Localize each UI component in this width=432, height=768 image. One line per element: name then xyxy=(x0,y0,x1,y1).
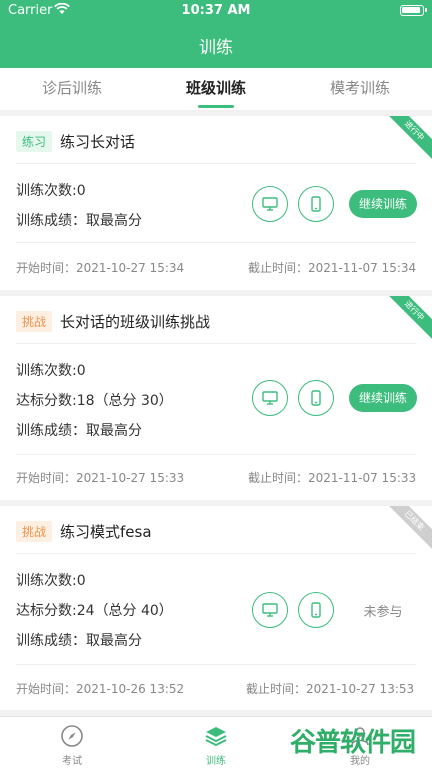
tab-mock-exam[interactable]: 模考训练 xyxy=(288,68,432,110)
start-time: 开始时间：2021-10-27 15:33 xyxy=(16,471,185,485)
training-card[interactable]: 已结束 挑战 练习模式fesa 训练次数:0 达标分数:24（总分 40） 训练… xyxy=(0,506,432,710)
continue-training-button[interactable]: 继续训练 xyxy=(349,384,417,412)
start-time: 开始时间：2021-10-26 13:52 xyxy=(16,682,185,696)
not-participated-label: 未参与 xyxy=(363,605,403,620)
card-title-row: 挑战 长对话的班级训练挑战 xyxy=(16,296,210,346)
monitor-icon xyxy=(262,391,278,405)
challenge-tag: 挑战 xyxy=(16,310,53,332)
divider xyxy=(16,454,416,455)
tab-active-indicator xyxy=(198,105,234,108)
bottom-tab-label: 训练 xyxy=(206,756,226,767)
battery-icon xyxy=(400,5,427,16)
status-ribbon: 进行中 xyxy=(382,116,432,163)
card-title-row: 练习 练习长对话 xyxy=(16,116,135,166)
training-card[interactable]: 进行中 练习 练习长对话 训练次数:0 训练成绩：取最高分 继续训练 开始时间：… xyxy=(0,116,432,290)
divider xyxy=(16,343,416,344)
start-time: 开始时间：2021-10-27 15:34 xyxy=(16,261,185,275)
passing-score: 达标分数:24（总分 40） xyxy=(16,603,173,619)
bottom-tab-exam[interactable]: 考试 xyxy=(0,717,144,768)
compass-icon xyxy=(61,725,83,747)
divider xyxy=(16,553,416,554)
train-count: 训练次数:0 xyxy=(16,183,86,199)
mobile-button[interactable] xyxy=(298,592,334,628)
training-card[interactable]: 进行中 挑战 长对话的班级训练挑战 训练次数:0 达标分数:18（总分 30） … xyxy=(0,296,432,500)
phone-icon xyxy=(311,390,321,406)
status-ribbon: 进行中 xyxy=(382,296,432,343)
page-title: 训练 xyxy=(199,38,233,58)
mobile-button[interactable] xyxy=(298,380,334,416)
status-bar: Carrier 10:37 AM xyxy=(0,0,432,22)
site-watermark: 谷普软件园 xyxy=(290,728,416,758)
status-ribbon: 已结束 xyxy=(382,506,432,553)
train-count: 训练次数:0 xyxy=(16,573,86,589)
card-title: 练习长对话 xyxy=(60,132,136,151)
mobile-button[interactable] xyxy=(298,186,334,222)
end-time: 截止时间：2021-10-27 13:53 xyxy=(246,682,415,696)
monitor-icon xyxy=(262,603,278,617)
bottom-tab-training[interactable]: 训练 xyxy=(144,717,288,768)
practice-tag: 练习 xyxy=(16,130,53,152)
monitor-icon xyxy=(262,197,278,211)
passing-score: 达标分数:18（总分 30） xyxy=(16,393,173,409)
train-score-rule: 训练成绩：取最高分 xyxy=(16,633,142,649)
divider xyxy=(16,163,416,164)
card-title: 练习模式fesa xyxy=(60,522,152,541)
desktop-button[interactable] xyxy=(252,380,288,416)
layers-icon xyxy=(205,727,227,747)
challenge-tag: 挑战 xyxy=(16,520,53,542)
status-time: 10:37 AM xyxy=(181,3,251,18)
phone-icon xyxy=(311,196,321,212)
card-title-row: 挑战 练习模式fesa xyxy=(16,506,152,556)
tab-class-training[interactable]: 班级训练 xyxy=(144,68,288,110)
divider xyxy=(16,242,416,243)
desktop-button[interactable] xyxy=(252,186,288,222)
tab-post-diagnosis[interactable]: 诊后训练 xyxy=(0,68,144,110)
train-score-rule: 训练成绩：取最高分 xyxy=(16,423,142,439)
divider xyxy=(16,664,416,665)
train-count: 训练次数:0 xyxy=(16,363,86,379)
bottom-tab-label: 考试 xyxy=(62,756,82,767)
train-score-rule: 训练成绩：取最高分 xyxy=(16,213,142,229)
app-header: Carrier 10:37 AM 训练 xyxy=(0,0,432,68)
continue-training-button[interactable]: 继续训练 xyxy=(349,190,417,218)
phone-icon xyxy=(311,602,321,618)
end-time: 截止时间：2021-11-07 15:33 xyxy=(248,471,417,485)
tab-bar: 诊后训练 班级训练 模考训练 xyxy=(0,68,432,110)
card-title: 长对话的班级训练挑战 xyxy=(60,312,211,331)
end-time: 截止时间：2021-11-07 15:34 xyxy=(248,261,417,275)
desktop-button[interactable] xyxy=(252,592,288,628)
